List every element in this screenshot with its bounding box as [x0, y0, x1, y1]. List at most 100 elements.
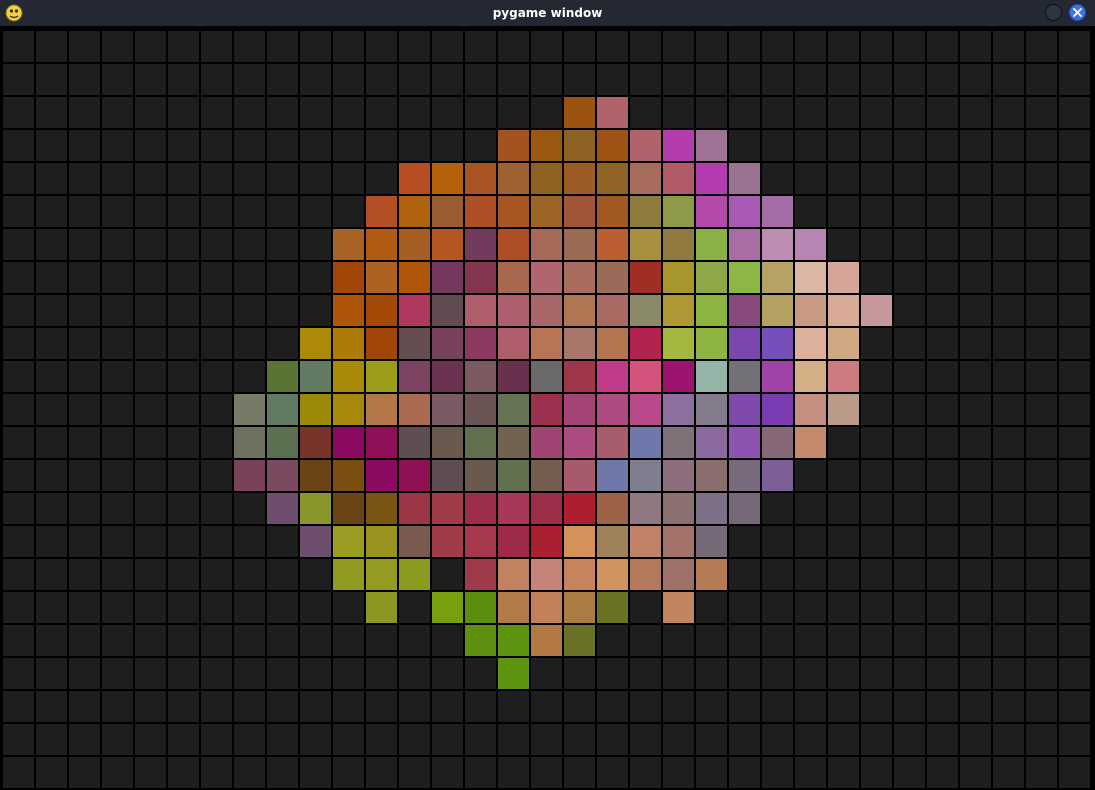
grid-cell[interactable] — [3, 196, 34, 227]
grid-cell[interactable] — [795, 592, 826, 623]
filled-cell[interactable] — [828, 361, 859, 392]
grid-cell[interactable] — [69, 427, 100, 458]
grid-cell[interactable] — [729, 559, 760, 590]
grid-cell[interactable] — [927, 625, 958, 656]
grid-cell[interactable] — [69, 460, 100, 491]
grid-cell[interactable] — [762, 130, 793, 161]
grid-cell[interactable] — [267, 625, 298, 656]
filled-cell[interactable] — [564, 163, 595, 194]
grid-cell[interactable] — [36, 295, 67, 326]
grid-cell[interactable] — [828, 625, 859, 656]
grid-cell[interactable] — [828, 130, 859, 161]
filled-cell[interactable] — [564, 427, 595, 458]
grid-cell[interactable] — [465, 31, 496, 62]
filled-cell[interactable] — [597, 493, 628, 524]
grid-cell[interactable] — [894, 592, 925, 623]
filled-cell[interactable] — [498, 559, 529, 590]
grid-cell[interactable] — [399, 691, 430, 722]
grid-cell[interactable] — [828, 691, 859, 722]
grid-cell[interactable] — [960, 559, 991, 590]
grid-cell[interactable] — [465, 64, 496, 95]
grid-cell[interactable] — [399, 625, 430, 656]
filled-cell[interactable] — [597, 559, 628, 590]
grid-cell[interactable] — [1026, 427, 1057, 458]
grid-cell[interactable] — [927, 460, 958, 491]
filled-cell[interactable] — [333, 295, 364, 326]
grid-cell[interactable] — [69, 724, 100, 755]
grid-cell[interactable] — [168, 394, 199, 425]
grid-cell[interactable] — [135, 658, 166, 689]
grid-cell[interactable] — [135, 130, 166, 161]
grid-cell[interactable] — [234, 262, 265, 293]
grid-cell[interactable] — [1059, 394, 1090, 425]
grid-cell[interactable] — [366, 691, 397, 722]
filled-cell[interactable] — [564, 394, 595, 425]
grid-cell[interactable] — [3, 97, 34, 128]
grid-cell[interactable] — [927, 427, 958, 458]
filled-cell[interactable] — [498, 427, 529, 458]
grid-cell[interactable] — [762, 658, 793, 689]
filled-cell[interactable] — [663, 427, 694, 458]
grid-cell[interactable] — [828, 757, 859, 788]
filled-cell[interactable] — [564, 130, 595, 161]
grid-cell[interactable] — [3, 691, 34, 722]
grid-cell[interactable] — [1026, 592, 1057, 623]
grid-cell[interactable] — [927, 64, 958, 95]
filled-cell[interactable] — [762, 262, 793, 293]
grid-cell[interactable] — [300, 262, 331, 293]
filled-cell[interactable] — [597, 163, 628, 194]
grid-cell[interactable] — [102, 295, 133, 326]
filled-cell[interactable] — [267, 427, 298, 458]
filled-cell[interactable] — [531, 361, 562, 392]
grid-cell[interactable] — [3, 592, 34, 623]
grid-cell[interactable] — [168, 460, 199, 491]
filled-cell[interactable] — [663, 361, 694, 392]
filled-cell[interactable] — [399, 526, 430, 557]
grid-cell[interactable] — [729, 691, 760, 722]
grid-cell[interactable] — [432, 64, 463, 95]
filled-cell[interactable] — [498, 328, 529, 359]
grid-cell[interactable] — [135, 229, 166, 260]
grid-cell[interactable] — [1026, 97, 1057, 128]
grid-cell[interactable] — [630, 724, 661, 755]
grid-cell[interactable] — [894, 757, 925, 788]
grid-cell[interactable] — [993, 97, 1024, 128]
grid-cell[interactable] — [69, 196, 100, 227]
grid-cell[interactable] — [795, 757, 826, 788]
grid-cell[interactable] — [3, 394, 34, 425]
filled-cell[interactable] — [564, 526, 595, 557]
grid-cell[interactable] — [993, 361, 1024, 392]
grid-cell[interactable] — [399, 31, 430, 62]
grid-cell[interactable] — [69, 691, 100, 722]
grid-cell[interactable] — [36, 724, 67, 755]
filled-cell[interactable] — [465, 295, 496, 326]
grid-cell[interactable] — [1059, 427, 1090, 458]
grid-cell[interactable] — [960, 757, 991, 788]
grid-cell[interactable] — [135, 361, 166, 392]
grid-cell[interactable] — [102, 559, 133, 590]
grid-cell[interactable] — [993, 130, 1024, 161]
grid-cell[interactable] — [1026, 328, 1057, 359]
filled-cell[interactable] — [828, 295, 859, 326]
grid-cell[interactable] — [762, 724, 793, 755]
grid-cell[interactable] — [3, 427, 34, 458]
grid-cell[interactable] — [36, 229, 67, 260]
filled-cell[interactable] — [597, 394, 628, 425]
filled-cell[interactable] — [696, 559, 727, 590]
grid-cell[interactable] — [993, 625, 1024, 656]
filled-cell[interactable] — [399, 163, 430, 194]
grid-cell[interactable] — [234, 592, 265, 623]
grid-cell[interactable] — [399, 724, 430, 755]
filled-cell[interactable] — [366, 295, 397, 326]
filled-cell[interactable] — [696, 229, 727, 260]
grid-cell[interactable] — [1026, 64, 1057, 95]
grid-cell[interactable] — [432, 658, 463, 689]
grid-cell[interactable] — [861, 394, 892, 425]
filled-cell[interactable] — [663, 328, 694, 359]
grid-cell[interactable] — [993, 295, 1024, 326]
grid-cell[interactable] — [927, 196, 958, 227]
grid-cell[interactable] — [894, 460, 925, 491]
grid-cell[interactable] — [828, 460, 859, 491]
grid-cell[interactable] — [795, 625, 826, 656]
grid-cell[interactable] — [168, 757, 199, 788]
